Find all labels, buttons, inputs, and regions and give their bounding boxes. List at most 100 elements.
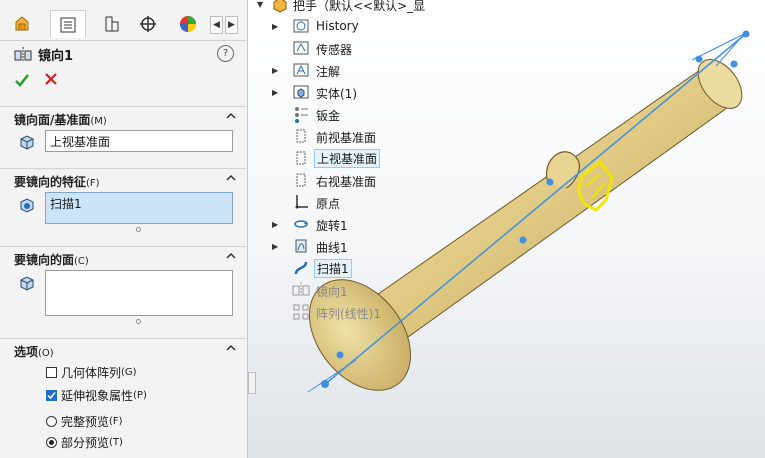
chevron-up-icon[interactable] — [224, 341, 238, 355]
help-icon[interactable]: ? — [217, 45, 234, 62]
linear-pattern-icon — [292, 303, 310, 321]
collapse-icon[interactable]: ▼ — [257, 0, 267, 9]
section-features-to-mirror[interactable]: 要镜向的特征(F) — [0, 168, 246, 189]
propagate-visual-checkbox[interactable]: 延伸视象属性(P) — [46, 387, 147, 404]
page-title: 镜向1 — [38, 45, 73, 64]
radio-button[interactable] — [46, 416, 57, 427]
checkbox-box[interactable] — [46, 367, 57, 378]
tree-item-label: 旋转1 — [316, 217, 348, 234]
dimxpert-icon[interactable] — [130, 10, 166, 38]
tree-item-label: 上视基准面 — [314, 149, 380, 168]
property-manager-panel: ◀ ▶ 镜向1 ? 镜向面/基准面(M) 上视基准面 要镜向的特征(F) 扫描1… — [0, 0, 248, 458]
chevron-up-icon[interactable] — [224, 249, 238, 263]
property-manager-icon[interactable] — [50, 10, 86, 38]
expand-icon[interactable]: ▶ — [272, 220, 282, 229]
feature-title-row: 镜向1 ? — [14, 44, 234, 64]
tree-item-label: 镜向1 — [316, 283, 348, 300]
tree-item-label: 前视基准面 — [316, 129, 376, 146]
radio-label: 部分预览 — [61, 434, 109, 451]
display-manager-icon[interactable] — [170, 10, 206, 38]
axis-point[interactable] — [321, 380, 329, 388]
plane-icon — [292, 171, 310, 189]
sensor-icon — [292, 39, 310, 57]
solid-body-icon — [292, 83, 310, 101]
list-resize-handle[interactable] — [136, 227, 141, 232]
part-icon — [271, 0, 289, 13]
curve-icon — [292, 237, 310, 255]
shaft-body[interactable] — [338, 70, 738, 350]
list-resize-handle[interactable] — [136, 319, 141, 324]
history-icon — [292, 17, 310, 35]
section-features-label: 要镜向的特征(F) — [14, 173, 100, 190]
plane-icon — [292, 127, 310, 145]
partial-preview-radio[interactable]: 部分预览(T) — [46, 434, 123, 451]
expand-icon[interactable]: ▶ — [272, 88, 282, 97]
section-mirror-plane-label: 镜向面/基准面(M) — [14, 111, 107, 128]
annotation-icon — [292, 61, 310, 79]
axis-point[interactable] — [743, 31, 750, 38]
section-faces-label: 要镜向的面(C) — [14, 251, 89, 268]
radio-label: 完整预览 — [61, 413, 109, 430]
check-icon[interactable] — [14, 72, 30, 88]
accel-label: (P) — [133, 390, 147, 401]
axis-point[interactable] — [696, 56, 703, 63]
tree-item-label: 扫描1 — [314, 259, 352, 278]
plane-icon — [292, 149, 310, 167]
tree-item-label: 原点 — [316, 195, 340, 212]
geometry-pattern-checkbox[interactable]: 几何体阵列(G) — [46, 364, 137, 381]
revolve-icon — [292, 215, 310, 233]
section-faces-to-mirror[interactable]: 要镜向的面(C) — [0, 246, 246, 267]
cross-icon[interactable] — [44, 72, 58, 86]
origin-icon — [292, 193, 310, 211]
tree-item-label: 钣金 — [316, 107, 340, 124]
section-options-label: 选项(O) — [14, 343, 54, 360]
mirror-plane-axis — [323, 32, 748, 386]
axis-extension — [716, 32, 746, 66]
tree-root-label: 把手（默认<<默认>_显 — [293, 0, 425, 14]
sweep-icon — [292, 259, 310, 277]
accel-label: (F) — [109, 416, 123, 427]
axis-point[interactable] — [547, 179, 554, 186]
ok-cancel-row — [14, 72, 58, 88]
expand-icon[interactable]: ▶ — [272, 22, 282, 31]
tree-item-label: 传感器 — [316, 41, 352, 58]
tree-item-label: 注解 — [316, 63, 340, 80]
checkbox-label: 几何体阵列 — [61, 364, 121, 381]
list-item[interactable]: 扫描1 — [50, 197, 82, 211]
mirror-icon — [292, 281, 310, 299]
features-to-mirror-list[interactable]: 扫描1 — [45, 192, 233, 224]
tree-item-label: 右视基准面 — [316, 173, 376, 190]
axis-point[interactable] — [731, 61, 738, 68]
feature-selection-icon — [18, 196, 36, 214]
section-options[interactable]: 选项(O) — [0, 338, 246, 359]
axis-point[interactable] — [520, 237, 527, 244]
mirror-feature-icon — [14, 46, 32, 62]
tree-item-label: 实体(1) — [316, 85, 357, 102]
tree-item-label: History — [316, 19, 359, 33]
axis-point[interactable] — [337, 352, 344, 359]
full-preview-radio[interactable]: 完整预览(F) — [46, 413, 123, 430]
checkbox-label: 延伸视象属性 — [61, 387, 133, 404]
chevron-up-icon[interactable] — [224, 109, 238, 123]
faces-to-mirror-list[interactable] — [45, 270, 233, 316]
configuration-manager-icon[interactable] — [94, 10, 130, 38]
accel-label: (T) — [109, 437, 123, 448]
tab-scroll-right-icon[interactable]: ▶ — [225, 16, 238, 34]
manager-tabs: ◀ ▶ — [0, 10, 246, 41]
face-selection-icon — [18, 133, 36, 151]
panel-collapse-handle[interactable] — [248, 372, 256, 394]
checkbox-box[interactable] — [46, 390, 57, 401]
feature-manager-icon[interactable] — [4, 10, 40, 38]
chevron-up-icon[interactable] — [224, 171, 238, 185]
tree-item-label: 阵列(线性)1 — [316, 305, 381, 322]
radio-button[interactable] — [46, 437, 57, 448]
face-selection-icon — [18, 274, 36, 292]
section-mirror-plane[interactable]: 镜向面/基准面(M) — [0, 106, 246, 127]
sheet-metal-icon — [292, 105, 310, 123]
mirror-plane-field[interactable]: 上视基准面 — [45, 130, 233, 152]
expand-icon[interactable]: ▶ — [272, 242, 282, 251]
tab-scroll-left-icon[interactable]: ◀ — [210, 16, 223, 34]
expand-icon[interactable]: ▶ — [272, 66, 282, 75]
accel-label: (G) — [121, 367, 137, 378]
tree-item-label: 曲线1 — [316, 239, 348, 256]
